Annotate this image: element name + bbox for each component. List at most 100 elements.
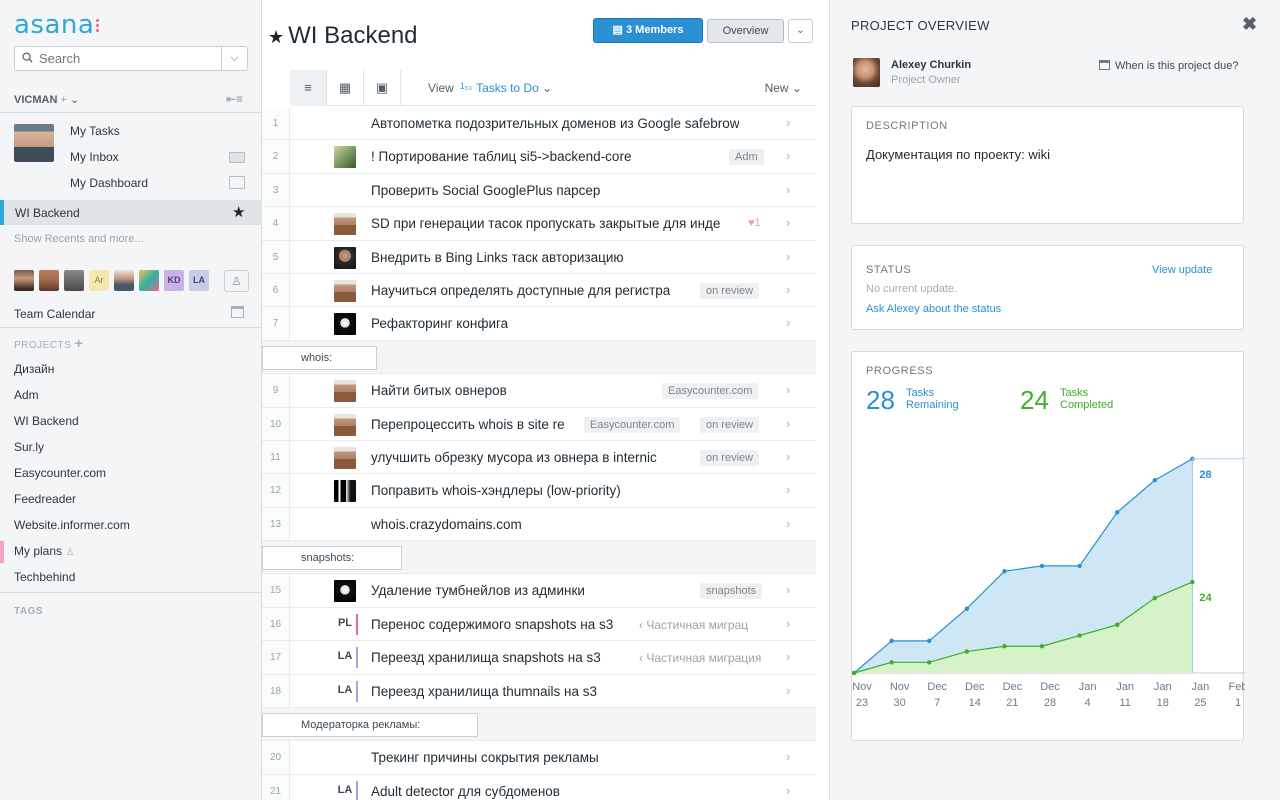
table-row[interactable]: 1 Автопометка подозрительных доменов из G…: [262, 107, 816, 141]
row-number[interactable]: 5: [262, 240, 290, 273]
assignee-avatar[interactable]: [334, 246, 356, 269]
table-row[interactable]: 9 Найти битых овнеров Easycounter.com ›: [262, 374, 816, 408]
sidebar-item-wi-backend[interactable]: WI Backend ★: [0, 200, 262, 225]
task-name[interactable]: ! Портирование таблиц si5->backend-core: [371, 149, 631, 164]
tag-badge[interactable]: snapshots: [700, 583, 763, 600]
section-name[interactable]: snapshots:: [262, 546, 402, 571]
section-header[interactable]: whois:: [262, 340, 816, 375]
team-calendar-link[interactable]: Team Calendar: [14, 307, 95, 321]
team-members-button[interactable]: ♙: [224, 270, 249, 292]
row-number[interactable]: 15: [262, 574, 290, 607]
sidebar-item-project[interactable]: Feedreader: [14, 492, 76, 506]
section-header[interactable]: snapshots:: [262, 541, 816, 575]
table-row[interactable]: 15 Удаление тумбнейлов из админки snapshot…: [262, 574, 816, 608]
task-name[interactable]: SD при генерации тасок пропускать закрыт…: [371, 216, 720, 231]
assignee-avatar[interactable]: [334, 313, 356, 336]
assignee-avatar[interactable]: [334, 146, 356, 169]
assignee-initials[interactable]: LA: [334, 650, 356, 662]
owner-avatar[interactable]: [853, 58, 880, 87]
team-avatar[interactable]: LA: [189, 270, 209, 291]
overview-button[interactable]: Overview: [707, 19, 784, 43]
row-number[interactable]: 10: [262, 407, 290, 440]
my-dashboard-link[interactable]: My Dashboard: [70, 176, 148, 190]
section-header[interactable]: Модераторка рекламы:: [262, 708, 816, 742]
collapse-sidebar-icon[interactable]: ⇤≡: [226, 92, 243, 106]
row-number[interactable]: 1: [262, 107, 290, 140]
task-name[interactable]: Внедрить в Bing Links таск авторизацию: [371, 250, 624, 265]
team-avatar[interactable]: KD: [164, 270, 184, 291]
task-name[interactable]: Научиться определять доступные для регис…: [371, 283, 670, 298]
table-row[interactable]: 16 PL Перенос содержимого snapshots на s3 ‹…: [262, 607, 816, 642]
assignee-avatar[interactable]: [334, 480, 356, 503]
row-number[interactable]: 2: [262, 140, 290, 173]
tag-badge[interactable]: Easycounter.com: [662, 383, 759, 400]
task-name[interactable]: Перенос содержимого snapshots на s3: [371, 617, 613, 632]
row-number[interactable]: 11: [262, 440, 290, 474]
chevron-right-icon[interactable]: ›: [786, 315, 790, 330]
row-number[interactable]: 9: [262, 374, 290, 407]
team-avatar[interactable]: [114, 270, 134, 291]
owner-name[interactable]: Alexey Churkin: [891, 59, 971, 71]
row-number[interactable]: 17: [262, 641, 290, 674]
chevron-right-icon[interactable]: ›: [786, 182, 790, 197]
members-button[interactable]: ▤ 3 Members: [593, 18, 703, 43]
workspace-switcher[interactable]: VICMAN + ⌄: [14, 93, 79, 106]
team-avatar[interactable]: [64, 270, 84, 291]
row-number[interactable]: 6: [262, 273, 290, 307]
close-icon[interactable]: ✖: [1242, 14, 1257, 35]
files-view-button[interactable]: ▣: [364, 70, 401, 106]
row-number[interactable]: 3: [262, 173, 290, 207]
description-text[interactable]: Документация по проекту: wiki: [866, 147, 1050, 162]
team-avatar[interactable]: Ar: [89, 270, 109, 291]
avatar[interactable]: [14, 124, 54, 162]
chevron-right-icon[interactable]: ›: [786, 115, 790, 130]
sidebar-item-project[interactable]: WI Backend: [14, 414, 79, 428]
chevron-right-icon[interactable]: ›: [786, 382, 790, 397]
star-icon[interactable]: ★: [232, 203, 245, 221]
task-name[interactable]: Adult detector для субдоменов: [371, 784, 560, 799]
table-row[interactable]: 13 whois.crazydomains.com ›: [262, 507, 816, 542]
row-number[interactable]: 16: [262, 607, 290, 641]
due-date-link[interactable]: When is this project due?: [1099, 60, 1239, 72]
assignee-initials[interactable]: PL: [334, 617, 356, 629]
sidebar-item-project[interactable]: Дизайн: [14, 362, 54, 376]
chevron-right-icon[interactable]: ›: [786, 649, 790, 664]
ask-status-link[interactable]: Ask Alexey about the status: [866, 303, 1001, 315]
chevron-right-icon[interactable]: ›: [786, 516, 790, 531]
my-inbox-link[interactable]: My Inbox: [70, 150, 119, 164]
plus-icon[interactable]: +: [75, 335, 84, 351]
table-row[interactable]: 4 SD при генерации тасок пропускать закры…: [262, 207, 816, 241]
row-number[interactable]: 21: [262, 774, 290, 800]
search-input[interactable]: [39, 50, 219, 67]
chevron-right-icon[interactable]: ›: [786, 215, 790, 230]
chevron-right-icon[interactable]: ›: [786, 582, 790, 597]
table-row[interactable]: 6 Научиться определять доступные для реги…: [262, 273, 816, 308]
assignee-avatar[interactable]: [334, 380, 356, 403]
task-name[interactable]: Проверить Social GooglePlus парсер: [371, 183, 600, 198]
chevron-right-icon[interactable]: ›: [786, 449, 790, 464]
section-name[interactable]: Модераторка рекламы:: [262, 713, 478, 738]
tag-badge[interactable]: Easycounter.com: [584, 416, 681, 433]
table-row[interactable]: 5 Внедрить в Bing Links таск авторизацию ›: [262, 240, 816, 274]
chevron-right-icon[interactable]: ›: [786, 482, 790, 497]
view-selector[interactable]: View 1₅₃ Tasks to Do ⌄: [428, 81, 552, 95]
row-number[interactable]: 13: [262, 507, 290, 541]
section-name[interactable]: whois:: [262, 345, 377, 370]
chevron-right-icon[interactable]: ›: [786, 616, 790, 631]
view-sort-link[interactable]: Tasks to Do: [476, 81, 539, 95]
new-task-button[interactable]: New ⌄: [765, 81, 802, 95]
parent-task-link[interactable]: ‹ Частичная миграция: [639, 651, 761, 665]
assignee-initials[interactable]: LA: [334, 784, 356, 796]
tag-badge[interactable]: Adm: [729, 149, 764, 166]
task-name[interactable]: Рефакторинг конфига: [371, 316, 508, 331]
sidebar-item-project[interactable]: Adm: [14, 388, 39, 402]
table-row[interactable]: 17 LA Переезд хранилища snapshots на s3 ‹ Ч…: [262, 641, 816, 675]
sidebar-item-project[interactable]: My plans ♙: [14, 544, 74, 558]
tag-badge[interactable]: on review: [700, 416, 760, 433]
assignee-avatar[interactable]: [334, 446, 356, 469]
table-row[interactable]: 2 ! Портирование таблиц si5->backend-core…: [262, 140, 816, 174]
assignee-avatar[interactable]: [334, 413, 356, 436]
star-icon[interactable]: ★: [268, 27, 284, 47]
show-recents-link[interactable]: Show Recents and more...: [14, 233, 144, 245]
task-name[interactable]: Перепроцессить whois в site re: [371, 417, 565, 432]
